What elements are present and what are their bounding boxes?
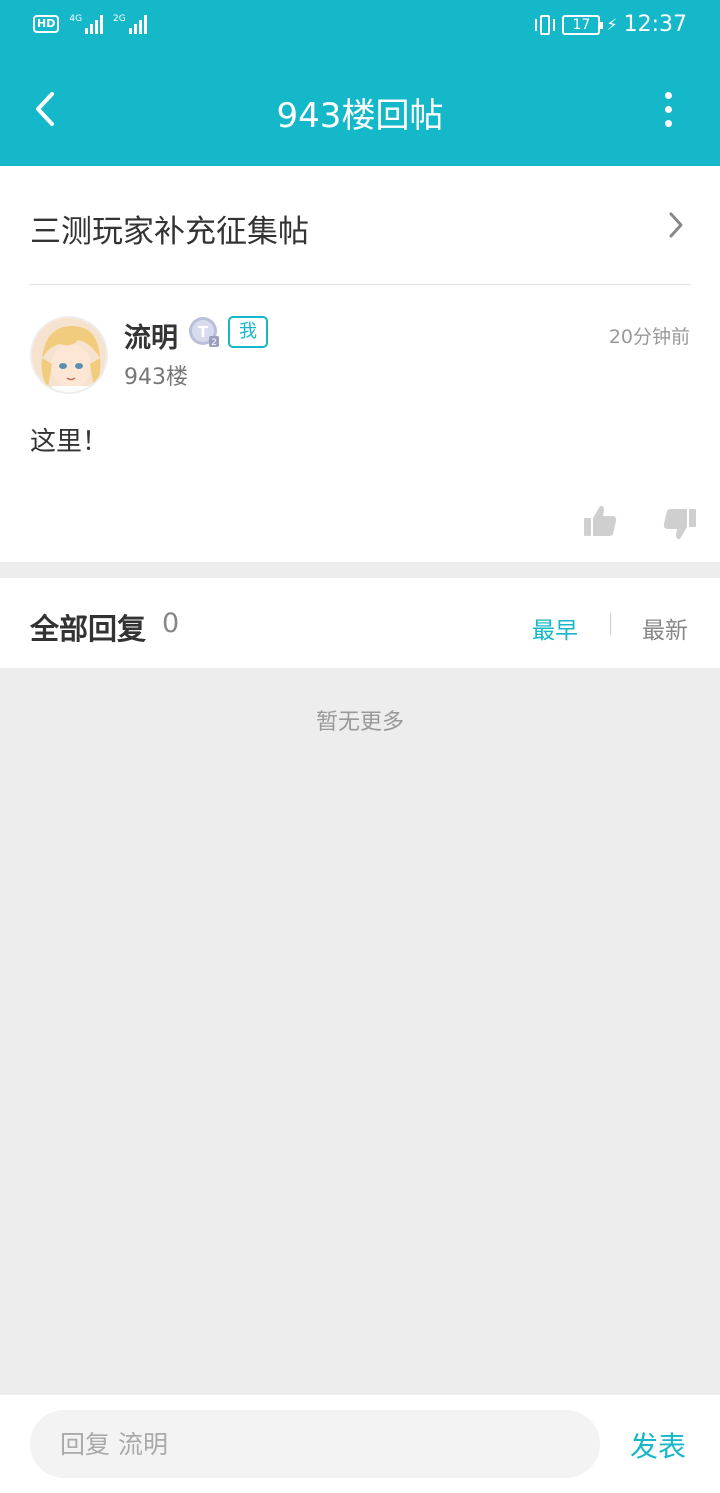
status-left: HD 4G 2G xyxy=(33,14,147,34)
clock: 12:37 xyxy=(623,12,687,37)
sort-divider xyxy=(610,613,611,635)
app-header: 943楼回帖 xyxy=(0,54,720,166)
level-badge-icon: T 2 xyxy=(189,317,219,348)
avatar[interactable] xyxy=(30,316,108,394)
me-tag: 我 xyxy=(228,316,268,348)
sort-earliest-tab[interactable]: 最早 xyxy=(532,611,578,645)
username[interactable]: 流明 xyxy=(124,316,178,355)
network-type-label: 2G xyxy=(113,14,126,24)
more-options-icon[interactable] xyxy=(656,92,680,132)
hd-voice-icon: HD xyxy=(33,15,60,33)
charging-icon: ⚡ xyxy=(606,15,618,34)
replies-header: 全部回复 0 最早 最新 xyxy=(0,578,720,668)
reply-composer: 发表 xyxy=(0,1395,720,1493)
status-right: 17 ⚡ 12:37 xyxy=(534,12,687,37)
page-title: 943楼回帖 xyxy=(276,96,444,136)
send-button[interactable]: 发表 xyxy=(630,1425,686,1465)
post-time: 20分钟前 xyxy=(608,326,690,348)
replies-label: 全部回复 xyxy=(30,612,147,646)
replies-count: 0 xyxy=(162,608,180,639)
post-content: 这里！ xyxy=(30,427,109,457)
svg-text:T: T xyxy=(198,323,209,341)
reply-input[interactable] xyxy=(30,1410,600,1478)
avatar-illustration xyxy=(32,318,106,392)
signal-sim2-icon: 2G xyxy=(113,14,147,34)
floor-number: 943楼 xyxy=(124,365,188,390)
sort-latest-tab[interactable]: 最新 xyxy=(642,611,688,645)
post-card: 三测玩家补充征集帖 流明 T 2 我 20分钟前 943楼 这里！ xyxy=(0,166,720,562)
thumbs-up-icon[interactable] xyxy=(582,503,618,539)
network-type-label: 4G xyxy=(69,14,83,24)
chevron-right-icon xyxy=(669,212,683,238)
thread-link[interactable]: 三测玩家补充征集帖 xyxy=(30,166,690,285)
signal-sim1-icon: 4G xyxy=(69,14,104,34)
battery-icon: 17 xyxy=(562,14,604,35)
svg-text:2: 2 xyxy=(211,338,217,348)
status-bar: HD 4G 2G 17 ⚡ 12:37 xyxy=(0,0,720,54)
empty-state-text: 暂无更多 xyxy=(315,710,404,735)
thread-title: 三测玩家补充征集帖 xyxy=(30,214,309,250)
vibrate-icon xyxy=(534,14,556,36)
thumbs-down-icon[interactable] xyxy=(662,506,698,542)
